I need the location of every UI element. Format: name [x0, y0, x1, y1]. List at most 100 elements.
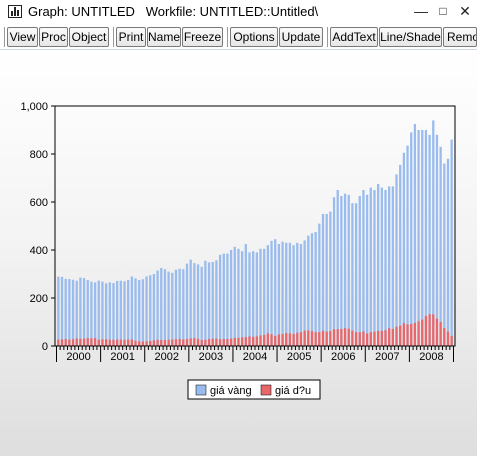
bar-gold: [226, 253, 229, 346]
y-axis: 0 200 400 600 800 1,000: [20, 101, 55, 353]
plot-frame: [54, 105, 456, 347]
bar-gold: [362, 190, 365, 346]
bar-gold: [413, 124, 417, 346]
close-button[interactable]: ✕: [456, 2, 474, 20]
bar-gold: [358, 196, 361, 346]
bar-oil: [307, 330, 310, 346]
addtext-button[interactable]: AddText: [330, 27, 378, 47]
bar-gold: [347, 194, 350, 346]
bar-oil: [332, 329, 336, 346]
bar-oil: [163, 340, 167, 346]
minimize-button[interactable]: —: [412, 2, 430, 20]
x-tick-label: 2008: [419, 351, 443, 363]
title-bar[interactable]: Graph: UNTITLED Workfile: UNTITLED::Unti…: [0, 0, 477, 24]
bar-oil: [384, 330, 387, 346]
bar-gold: [119, 280, 122, 346]
maximize-button[interactable]: □: [434, 2, 452, 20]
bar-gold: [185, 263, 189, 346]
print-button[interactable]: Print: [116, 27, 146, 47]
update-button[interactable]: Update: [279, 27, 323, 47]
bar-oil: [229, 338, 233, 346]
bar-gold: [90, 281, 93, 346]
bar-oil: [90, 338, 93, 346]
bar-oil: [104, 339, 108, 346]
bar-gold: [237, 248, 240, 346]
line-shade-button[interactable]: Line/Shade: [379, 27, 442, 47]
bar-gold: [252, 251, 255, 346]
bar-gold: [424, 130, 428, 346]
bar-oil: [112, 339, 115, 346]
bar-oil: [354, 332, 358, 346]
legend-label-oil: giá d?u: [275, 385, 311, 397]
bar-gold: [421, 130, 424, 346]
bar-gold: [296, 242, 299, 346]
bar-oil: [343, 328, 347, 346]
bar-oil: [362, 331, 365, 346]
bar-oil: [108, 339, 111, 346]
toolbar-separator: [327, 27, 328, 47]
bar-gold: [285, 242, 288, 346]
options-button[interactable]: Options: [230, 27, 278, 47]
bar-gold: [68, 279, 71, 346]
bar-gold: [263, 248, 266, 346]
bar-gold: [82, 278, 86, 346]
bar-gold: [116, 280, 119, 346]
object-button[interactable]: Object: [69, 27, 109, 47]
bar-gold: [108, 282, 111, 346]
x-tick-label: 2002: [155, 351, 179, 363]
x-tick-label: 2001: [110, 351, 134, 363]
toolbar-separator: [227, 27, 228, 47]
bar-gold: [141, 279, 145, 346]
y-tick-label: 1,000: [20, 101, 48, 113]
bar-oil: [127, 339, 130, 346]
bar-oil: [410, 323, 413, 346]
graph-canvas[interactable]: 0 200 400 600 800 1,000 2000 2001 2002 2003 2004 2…: [0, 50, 477, 456]
bar-gold: [384, 190, 387, 346]
bar-gold: [204, 260, 207, 346]
bar-gold: [167, 271, 170, 346]
bar-gold: [218, 254, 222, 346]
bar-gold: [439, 146, 442, 346]
bar-gold: [160, 268, 163, 346]
bar-oil: [255, 336, 258, 346]
bar-gold: [281, 241, 284, 346]
bar-gold: [277, 244, 281, 346]
bar-oil: [82, 338, 86, 346]
name-button[interactable]: Name: [147, 27, 181, 47]
remove-button[interactable]: Remo: [443, 27, 477, 47]
x-tick-label: 2006: [331, 351, 355, 363]
bar-oil: [185, 339, 189, 346]
bar-gold: [189, 259, 192, 346]
bar-gold: [112, 283, 115, 346]
view-button[interactable]: View: [7, 27, 38, 47]
bar-gold: [60, 276, 64, 346]
bar-oil: [248, 336, 251, 346]
bar-oil: [270, 334, 273, 346]
bar-oil: [97, 339, 100, 346]
x-tick-label: 2007: [375, 351, 399, 363]
y-tick-label: 0: [42, 341, 48, 353]
bar-oil: [439, 322, 442, 346]
bar-oil: [406, 324, 409, 346]
bar-gold: [351, 203, 354, 346]
bar-gold: [222, 253, 225, 346]
bar-gold: [377, 184, 380, 346]
bar-oil: [207, 339, 211, 346]
bar-oil: [233, 337, 236, 346]
freeze-button[interactable]: Freeze: [182, 27, 223, 47]
bar-oil: [413, 322, 417, 346]
bar-gold: [391, 186, 394, 346]
bar-gold: [57, 276, 60, 346]
bar-gold: [450, 139, 453, 346]
bar-gold: [380, 187, 383, 346]
bar-oil: [123, 339, 126, 346]
bar-oil: [391, 328, 394, 346]
window-title: Graph: UNTITLED Workfile: UNTITLED::Unti…: [28, 4, 319, 19]
bar-oil: [446, 331, 450, 346]
bar-gold: [123, 281, 126, 346]
x-axis: 2000 2001 2002 2003 2004 2005 2006 2007 2008: [56, 346, 454, 363]
bar-gold: [332, 197, 336, 346]
proc-button[interactable]: Proc: [39, 27, 68, 47]
bar-gold: [299, 244, 303, 346]
bar-gold: [93, 282, 97, 346]
